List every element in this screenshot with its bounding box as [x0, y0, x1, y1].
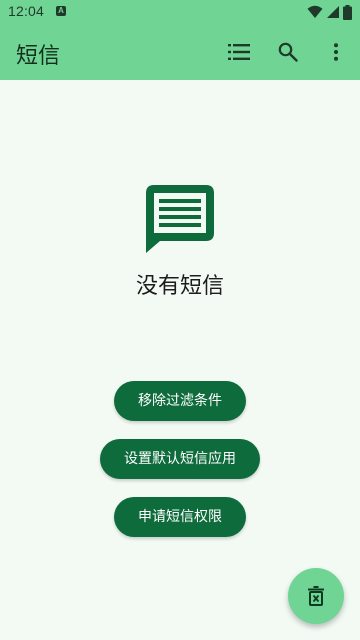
app-bar: 短信: [0, 24, 360, 80]
notification-a-icon: A: [56, 6, 66, 16]
battery-icon: [343, 4, 352, 20]
delete-box-icon: [308, 586, 324, 606]
empty-state-title: 没有短信: [135, 274, 224, 299]
status-time: 12:04: [8, 3, 45, 19]
list-icon: [228, 44, 250, 60]
signal-icon: [327, 6, 339, 18]
message-icon: [146, 185, 214, 253]
set-default-sms-app-button[interactable]: 设置默认短信应用: [100, 439, 260, 479]
wifi-icon: [307, 5, 323, 18]
delete-fab-button[interactable]: [288, 568, 344, 624]
more-options-button[interactable]: [324, 40, 348, 64]
status-bar: 12:04 A: [0, 0, 360, 24]
more-vert-icon: [334, 43, 338, 61]
request-sms-permission-button[interactable]: 申请短信权限: [114, 497, 246, 537]
search-button[interactable]: [276, 40, 300, 64]
page-title: 短信: [16, 44, 61, 69]
remove-filters-button[interactable]: 移除过滤条件: [114, 381, 246, 421]
status-icons: [307, 4, 352, 20]
list-view-button[interactable]: [227, 40, 251, 64]
search-icon: [278, 42, 298, 62]
